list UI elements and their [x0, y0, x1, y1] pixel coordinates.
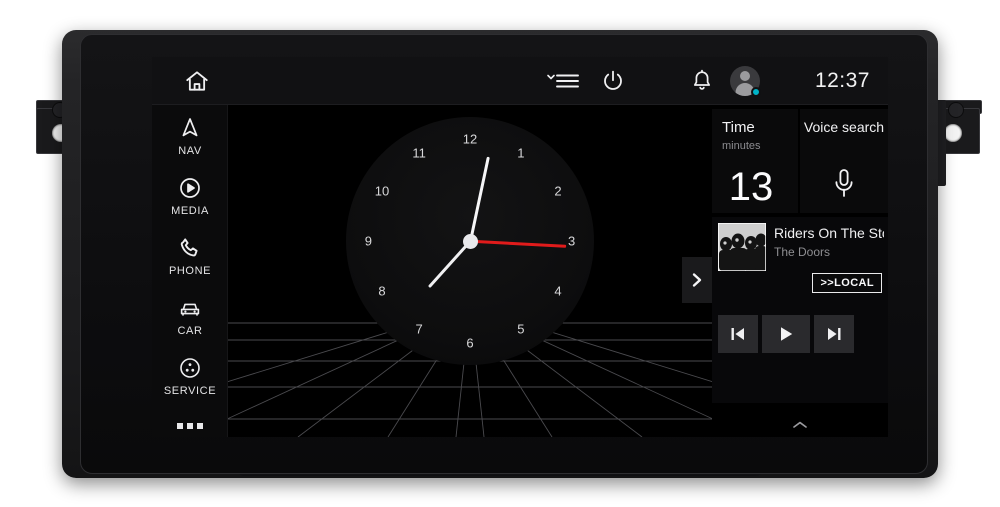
voice-search-card[interactable]: Voice search [800, 109, 888, 213]
phone-handset-icon [180, 237, 198, 256]
clock-number: 5 [517, 321, 525, 337]
mounting-bracket-right [924, 100, 1000, 190]
time-widget-subtitle: minutes [722, 140, 761, 152]
infotainment-screen: 12:37 NAV MEDIA PHONE CAR SERVICE 12 1 2… [152, 57, 888, 437]
skip-next-icon[interactable] [814, 315, 854, 353]
screenshot-root: 12:37 NAV MEDIA PHONE CAR SERVICE 12 1 2… [0, 0, 1000, 507]
play-icon[interactable] [762, 315, 810, 353]
power-icon[interactable] [600, 68, 626, 94]
sidebar-item-car[interactable]: CAR [152, 287, 228, 345]
sidebar-item-label: PHONE [168, 264, 212, 277]
clock-minute-hand [468, 156, 490, 242]
clock-second-hand [469, 239, 566, 248]
clock-hour-hand [427, 239, 472, 289]
avatar-head [740, 70, 750, 81]
home-icon[interactable] [182, 66, 212, 96]
time-widget-card[interactable]: Time minutes 13 [712, 109, 798, 213]
clock-number: 11 [412, 145, 426, 161]
voice-search-title: Voice search [803, 119, 885, 135]
sidebar-item-label: NAV [178, 144, 202, 157]
sidebar-item-media[interactable]: MEDIA [152, 167, 228, 225]
more-dots-icon[interactable] [152, 415, 228, 437]
clock-number: 2 [554, 183, 562, 199]
bracket-hole [944, 124, 962, 142]
album-art-thumbnail[interactable] [718, 223, 766, 271]
sidebar-item-label: MEDIA [171, 204, 209, 217]
sidebar-item-phone[interactable]: PHONE [152, 227, 228, 285]
bracket-bolt [948, 102, 964, 118]
sidebar-item-service[interactable]: SERVICE [152, 347, 228, 405]
media-play-circle-icon [180, 177, 200, 198]
more-dot [187, 423, 193, 429]
time-widget-value: 13 [728, 165, 774, 209]
skip-previous-icon[interactable] [718, 315, 758, 353]
status-bar: 12:37 [152, 57, 888, 105]
clock-center-cap [462, 233, 478, 249]
menu-chevron-icon[interactable] [546, 68, 580, 94]
clock-number: 4 [554, 283, 562, 299]
more-dot [177, 423, 183, 429]
clock-number: 10 [374, 183, 390, 199]
track-artist: The Doors [774, 245, 831, 259]
chevron-right-icon[interactable] [682, 257, 712, 303]
service-wheel-icon [180, 357, 200, 378]
navigation-arrow-icon [182, 117, 198, 136]
clock-number: 6 [466, 335, 474, 351]
sidebar-item-label: CAR [177, 324, 203, 337]
main-sidebar: NAV MEDIA PHONE CAR SERVICE [152, 105, 228, 437]
more-dot [197, 423, 203, 429]
right-widget-panel: Time minutes 13 Voice search Riders On T… [712, 105, 888, 437]
microphone-icon[interactable] [830, 167, 858, 206]
sidebar-item-nav[interactable]: NAV [152, 107, 228, 165]
avatar[interactable] [730, 65, 761, 97]
chevron-up-icon[interactable] [712, 413, 888, 437]
time-widget-title: Time [722, 119, 755, 136]
analog-clock-face: 12 1 2 3 4 5 6 7 8 9 10 11 [346, 117, 594, 365]
bell-icon[interactable] [690, 68, 714, 94]
clock-number: 1 [517, 145, 525, 161]
media-player-card: Riders On The Storm The Doors >>LOCAL [712, 217, 888, 403]
avatar-status-dot [751, 86, 761, 97]
clock-number: 12 [462, 131, 478, 147]
track-title: Riders On The Storm [774, 225, 884, 241]
clock-number: 7 [415, 321, 423, 337]
clock-widget-panel[interactable]: 12 1 2 3 4 5 6 7 8 9 10 11 [228, 105, 712, 437]
sidebar-item-label: SERVICE [163, 384, 217, 397]
status-bar-time: 12:37 [814, 68, 870, 92]
clock-number: 8 [378, 283, 386, 299]
media-source-badge[interactable]: >>LOCAL [812, 273, 882, 293]
clock-number: 9 [364, 233, 372, 249]
car-icon [180, 303, 200, 316]
clock-number: 3 [568, 233, 576, 249]
